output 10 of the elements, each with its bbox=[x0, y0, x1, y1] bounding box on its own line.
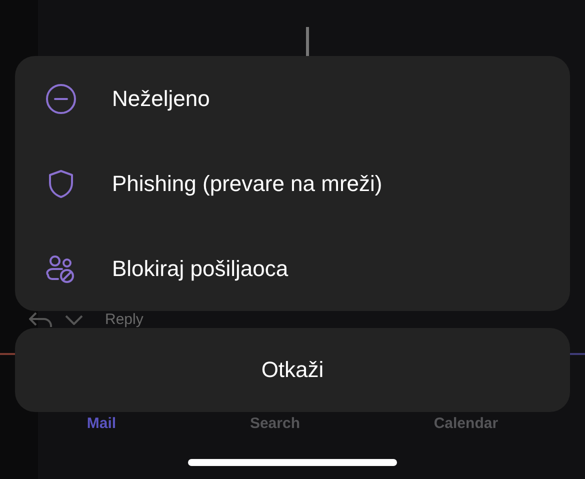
reply-label: Reply bbox=[105, 312, 144, 328]
text-cursor bbox=[306, 27, 309, 57]
cancel-button[interactable]: Otkaži bbox=[15, 328, 570, 412]
chevron-down-icon bbox=[65, 315, 83, 325]
minus-circle-icon bbox=[45, 82, 77, 114]
reply-icon bbox=[29, 312, 53, 328]
menu-item[interactable]: Blokiraj pošiljaoca bbox=[15, 226, 570, 311]
menu-item[interactable]: Phishing (prevare na mreži) bbox=[15, 141, 570, 226]
menu-item[interactable]: Neželjeno bbox=[15, 56, 570, 141]
people-blocked-icon bbox=[45, 252, 77, 284]
